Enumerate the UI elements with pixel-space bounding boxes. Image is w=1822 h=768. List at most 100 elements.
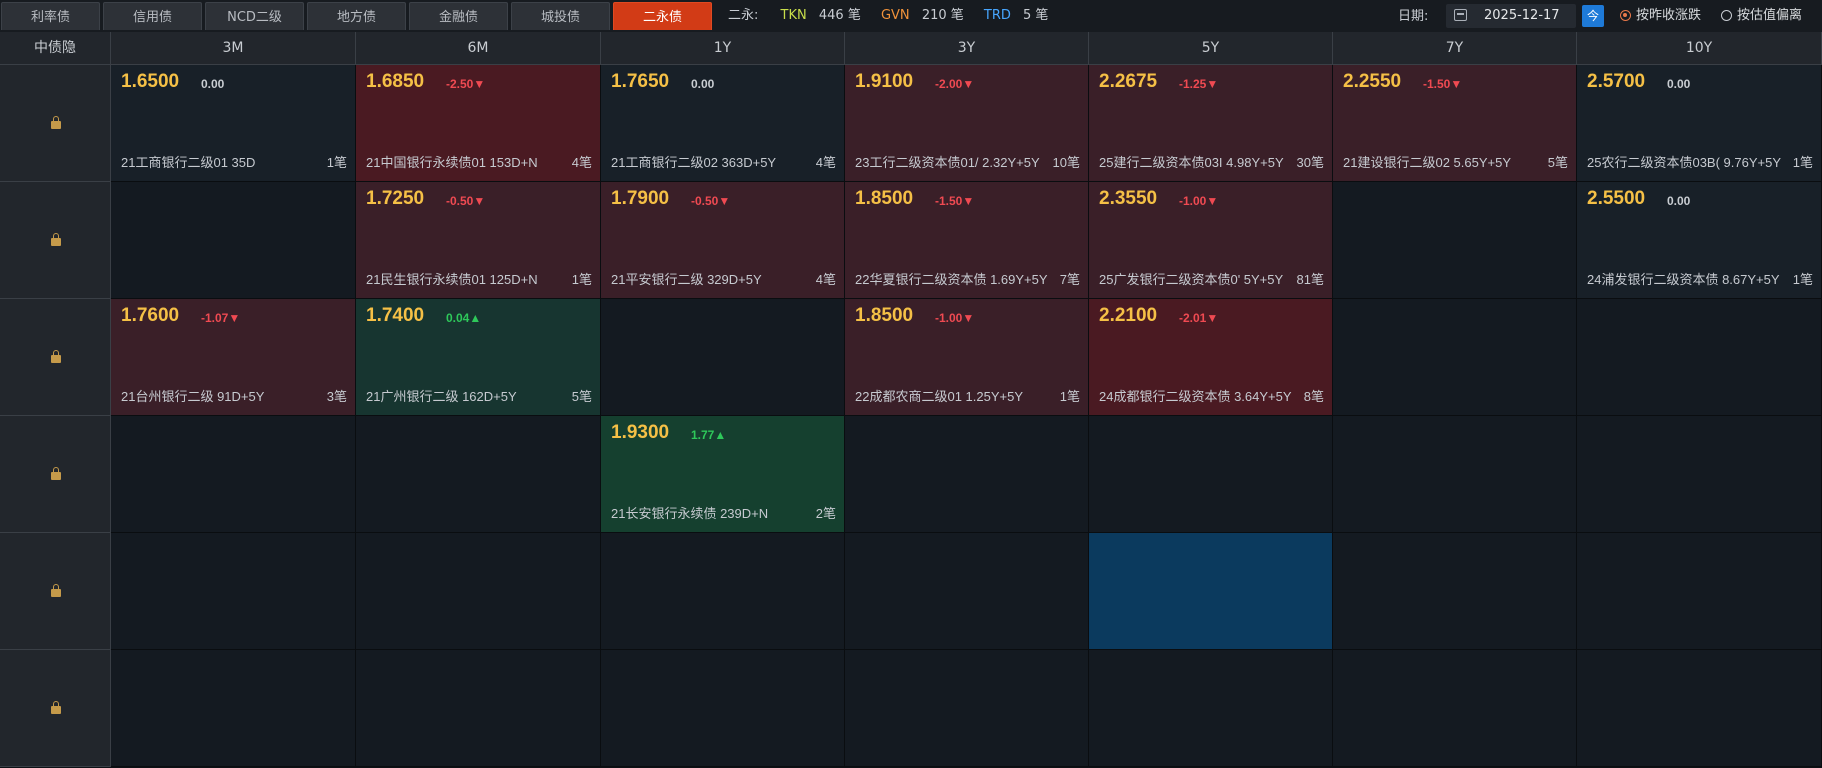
empty-cell[interactable] <box>1333 299 1577 416</box>
calendar-icon[interactable] <box>1454 9 1467 21</box>
row-lock-cell[interactable] <box>0 65 111 182</box>
quote-cell[interactable]: 1.7900 -0.50▼ 21平安银行二级 329D+5Y 4笔 <box>601 182 845 299</box>
bond-name[interactable]: 21建设银行二级02 5.65Y+5Y <box>1343 152 1511 171</box>
empty-cell[interactable] <box>1577 416 1822 533</box>
quote-cell[interactable]: 1.7650 0.00 21工商银行二级02 363D+5Y 4笔 <box>601 65 845 182</box>
empty-cell[interactable] <box>1333 650 1577 767</box>
quote-cell[interactable]: 2.5700 0.00 25农行二级资本债03B( 9.76Y+5Y 1笔 <box>1577 65 1822 182</box>
empty-cell[interactable] <box>845 416 1089 533</box>
row-lock-cell[interactable] <box>0 533 111 650</box>
radio-checked-icon[interactable] <box>1620 10 1631 21</box>
bond-name[interactable]: 21平安银行二级 329D+5Y <box>611 269 762 288</box>
empty-cell[interactable] <box>1089 416 1333 533</box>
tab-1[interactable]: 信用债 <box>103 2 202 30</box>
empty-cell[interactable] <box>111 416 356 533</box>
quote-cell[interactable]: 1.7600 -1.07▼ 21台州银行二级 91D+5Y 3笔 <box>111 299 356 416</box>
trade-count: 3笔 <box>326 389 347 404</box>
empty-cell[interactable] <box>601 533 845 650</box>
bond-name[interactable]: 25农行二级资本债03B( 9.76Y+5Y <box>1587 152 1781 171</box>
lock-icon[interactable] <box>51 584 61 597</box>
quote-cell[interactable]: 1.9300 1.77▲ 21长安银行永续债 239D+N 2笔 <box>601 416 845 533</box>
date-picker[interactable]: 2025-12-17 <box>1446 4 1576 28</box>
date-value[interactable]: 2025-12-17 <box>1484 4 1560 28</box>
empty-cell[interactable] <box>111 182 356 299</box>
trade-count: 81笔 <box>1296 272 1324 287</box>
empty-cell[interactable] <box>845 533 1089 650</box>
empty-cell[interactable] <box>1333 533 1577 650</box>
empty-cell[interactable] <box>1089 533 1333 650</box>
column-header-3y[interactable]: 3Y <box>845 32 1089 65</box>
quote-cell[interactable]: 1.7250 -0.50▼ 21民生银行永续债01 125D+N 1笔 <box>356 182 601 299</box>
empty-cell[interactable] <box>356 650 601 767</box>
quote-cell[interactable]: 1.6500 0.00 21工商银行二级01 35D 1笔 <box>111 65 356 182</box>
bond-name[interactable]: 24成都银行二级资本债 3.64Y+5Y <box>1099 386 1292 405</box>
lock-icon[interactable] <box>51 701 61 714</box>
radio-unchecked-icon[interactable] <box>1721 10 1732 21</box>
quote-cell[interactable]: 2.5500 0.00 24浦发银行二级资本债 8.67Y+5Y 1笔 <box>1577 182 1822 299</box>
empty-cell[interactable] <box>845 650 1089 767</box>
bond-name[interactable]: 25建行二级资本债03I 4.98Y+5Y <box>1099 152 1284 171</box>
lock-icon[interactable] <box>51 350 61 363</box>
lock-icon[interactable] <box>51 233 61 246</box>
quote-cell[interactable]: 2.3550 -1.00▼ 25广发银行二级资本债0' 5Y+5Y 81笔 <box>1089 182 1333 299</box>
quote-cell[interactable]: 1.8500 -1.00▼ 22成都农商二级01 1.25Y+5Y 1笔 <box>845 299 1089 416</box>
row-lock-cell[interactable] <box>0 650 111 767</box>
tab-2[interactable]: NCD二级 <box>205 2 304 30</box>
yield-value: 1.7250 <box>366 188 425 209</box>
tab-4[interactable]: 金融债 <box>409 2 508 30</box>
quote-cell[interactable]: 1.9100 -2.00▼ 23工行二级资本债01/ 2.32Y+5Y 10笔 <box>845 65 1089 182</box>
bond-name[interactable]: 24浦发银行二级资本债 8.67Y+5Y <box>1587 269 1780 288</box>
column-header-3m[interactable]: 3M <box>111 32 356 65</box>
column-header-1y[interactable]: 1Y <box>601 32 845 65</box>
trade-count: 1笔 <box>1792 272 1813 287</box>
empty-cell[interactable] <box>1333 416 1577 533</box>
bond-name[interactable]: 23工行二级资本债01/ 2.32Y+5Y <box>855 152 1040 171</box>
bond-name[interactable]: 21广州银行二级 162D+5Y <box>366 386 517 405</box>
empty-cell[interactable] <box>111 533 356 650</box>
empty-cell[interactable] <box>356 533 601 650</box>
lock-icon[interactable] <box>51 467 61 480</box>
bond-name[interactable]: 25广发银行二级资本债0' 5Y+5Y <box>1099 269 1283 288</box>
column-header-6m[interactable]: 6M <box>356 32 601 65</box>
quote-cell[interactable]: 2.2675 -1.25▼ 25建行二级资本债03I 4.98Y+5Y 30笔 <box>1089 65 1333 182</box>
radio-prev-close[interactable]: 按昨收涨跌 <box>1620 0 1701 32</box>
bond-name[interactable]: 21工商银行二级01 35D <box>121 152 255 171</box>
quote-cell[interactable]: 1.8500 -1.50▼ 22华夏银行二级资本债 1.69Y+5Y 7笔 <box>845 182 1089 299</box>
column-header-7y[interactable]: 7Y <box>1333 32 1577 65</box>
lock-icon[interactable] <box>51 116 61 129</box>
bond-name[interactable]: 21台州银行二级 91D+5Y <box>121 386 264 405</box>
empty-cell[interactable] <box>1577 650 1822 767</box>
today-button[interactable]: 今 <box>1582 5 1604 27</box>
tab-0[interactable]: 利率债 <box>1 2 100 30</box>
empty-cell[interactable] <box>1577 299 1822 416</box>
column-header-10y[interactable]: 10Y <box>1577 32 1822 65</box>
row-lock-cell[interactable] <box>0 299 111 416</box>
column-header-5y[interactable]: 5Y <box>1089 32 1333 65</box>
empty-cell[interactable] <box>601 299 845 416</box>
empty-cell[interactable] <box>1577 533 1822 650</box>
empty-cell[interactable] <box>1333 182 1577 299</box>
bond-name[interactable]: 21中国银行永续债01 153D+N <box>366 152 538 171</box>
bond-name[interactable]: 21工商银行二级02 363D+5Y <box>611 152 776 171</box>
quote-cell[interactable]: 1.7400 0.04▲ 21广州银行二级 162D+5Y 5笔 <box>356 299 601 416</box>
row-lock-cell[interactable] <box>0 182 111 299</box>
quote-cell[interactable]: 2.2100 -2.01▼ 24成都银行二级资本债 3.64Y+5Y 8笔 <box>1089 299 1333 416</box>
bond-name[interactable]: 21民生银行永续债01 125D+N <box>366 269 538 288</box>
empty-cell[interactable] <box>1089 650 1333 767</box>
tab-3[interactable]: 地方债 <box>307 2 406 30</box>
trade-count: 5笔 <box>1547 155 1568 170</box>
quote-cell[interactable]: 2.2550 -1.50▼ 21建设银行二级02 5.65Y+5Y 5笔 <box>1333 65 1577 182</box>
quote-cell[interactable]: 1.6850 -2.50▼ 21中国银行永续债01 153D+N 4笔 <box>356 65 601 182</box>
bond-name[interactable]: 21长安银行永续债 239D+N <box>611 503 768 522</box>
row-lock-cell[interactable] <box>0 416 111 533</box>
empty-cell[interactable] <box>111 650 356 767</box>
tab-5[interactable]: 城投债 <box>511 2 610 30</box>
gvn-label: GVN <box>880 8 910 23</box>
empty-cell[interactable] <box>356 416 601 533</box>
bond-name[interactable]: 22华夏银行二级资本债 1.69Y+5Y <box>855 269 1048 288</box>
radio-valuation-deviation[interactable]: 按估值偏离 <box>1721 0 1802 32</box>
tab-6[interactable]: 二永债 <box>613 2 712 30</box>
empty-cell[interactable] <box>601 650 845 767</box>
bond-name[interactable]: 22成都农商二级01 1.25Y+5Y <box>855 386 1023 405</box>
trade-count: 4笔 <box>571 155 592 170</box>
